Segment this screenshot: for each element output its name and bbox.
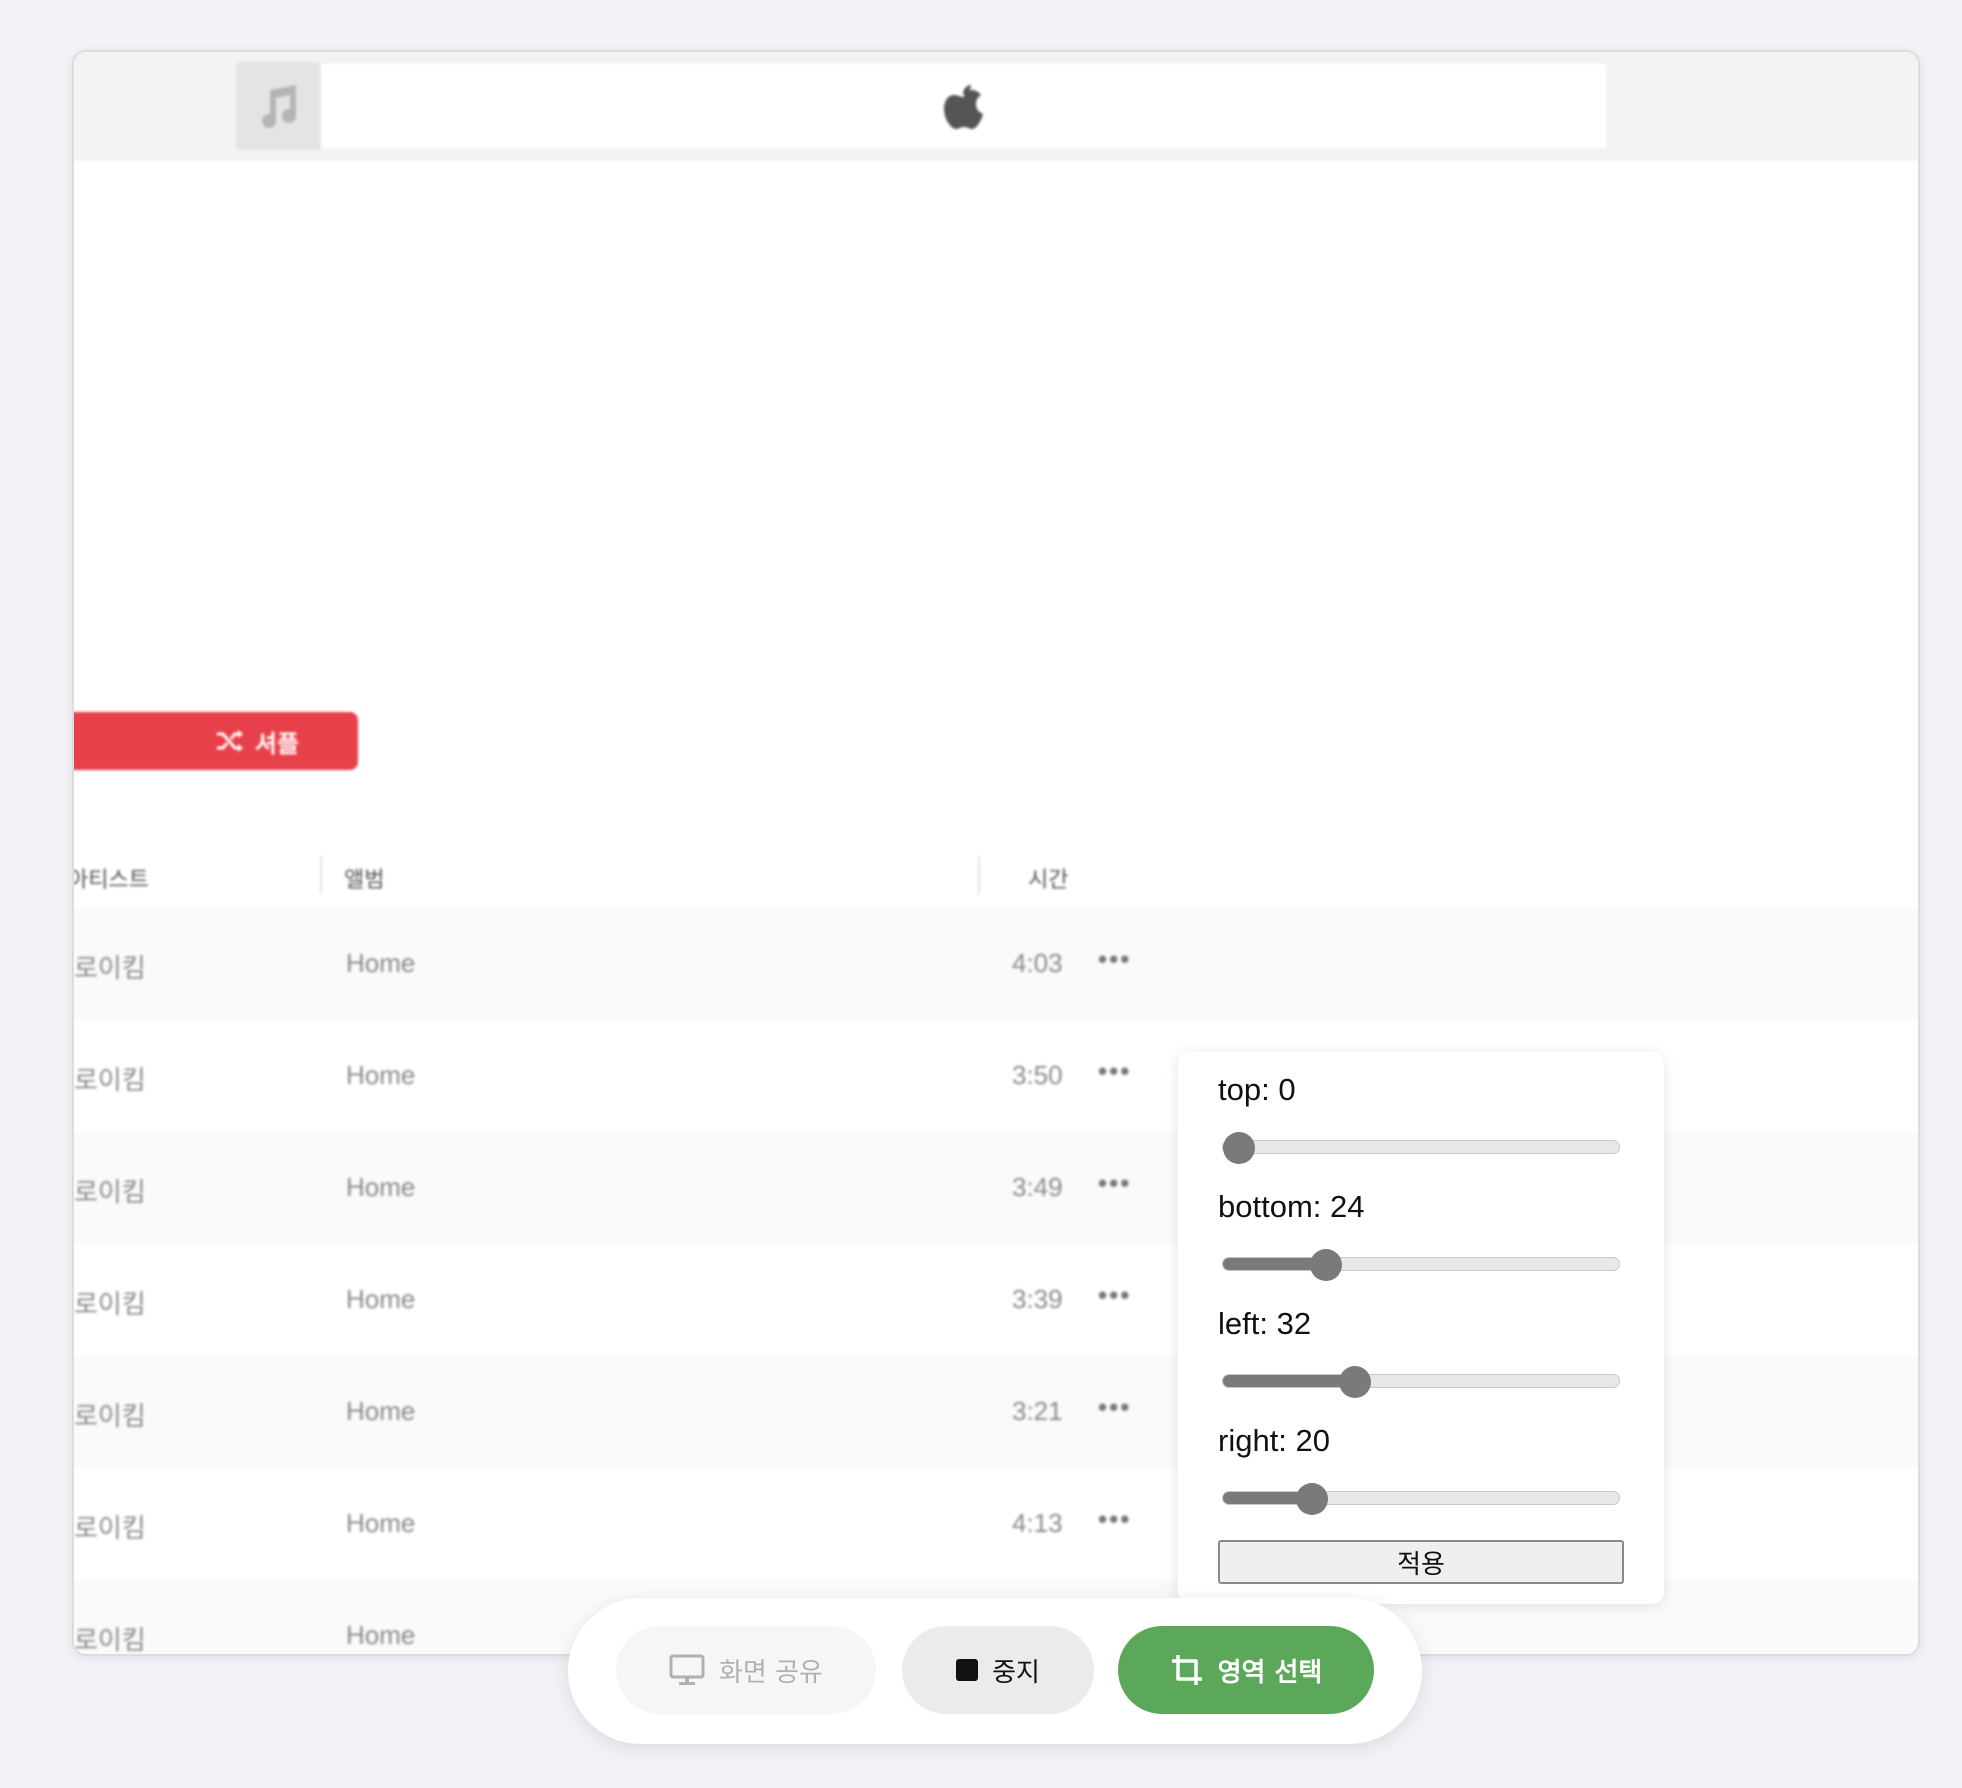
column-divider[interactable] — [320, 856, 322, 894]
apply-button[interactable]: 적용 — [1218, 1540, 1624, 1584]
row-artist: 로이킴 — [74, 953, 146, 983]
more-options-icon[interactable]: ••• — [1098, 1168, 1131, 1199]
row-album: Home — [346, 1284, 416, 1314]
column-header-time[interactable]: 시간 — [1028, 862, 1068, 894]
select-area-label: 영역 선택 — [1217, 1657, 1323, 1688]
row-album: Home — [346, 1396, 416, 1426]
more-options-icon[interactable]: ••• — [1098, 1280, 1131, 1311]
row-artist: 로이킴 — [74, 1065, 146, 1095]
screen-share-button[interactable]: 화면 공유 — [616, 1626, 876, 1714]
player-titlebar — [74, 52, 1918, 160]
apple-logo-icon — [944, 85, 983, 129]
crop-icon — [1171, 1655, 1202, 1685]
shuffle-button[interactable]: 셔플 — [156, 712, 358, 770]
row-artist: 로이킴 — [74, 1289, 146, 1319]
right-slider-label: right: 20 — [1218, 1423, 1331, 1458]
row-album: Home — [346, 1620, 416, 1650]
bottom-slider-label: bottom: 24 — [1218, 1189, 1365, 1224]
monitor-icon — [669, 1654, 705, 1685]
top-slider[interactable] — [1222, 1132, 1620, 1164]
screen-share-label: 화면 공유 — [719, 1657, 823, 1688]
select-area-button[interactable]: 영역 선택 — [1118, 1626, 1374, 1714]
left-slider-label: left: 32 — [1218, 1306, 1312, 1341]
row-artist: 로이킴 — [74, 1401, 146, 1431]
slider-thumb[interactable] — [1339, 1366, 1372, 1398]
slider-thumb[interactable] — [1295, 1483, 1328, 1515]
now-playing-display — [320, 62, 1608, 150]
table-row[interactable]: 로이킴 Home 4:03 ••• — [74, 908, 1918, 1020]
row-time: 3:50 — [1012, 1060, 1063, 1090]
column-header-artist[interactable]: 아티스트 — [74, 862, 149, 894]
right-slider[interactable] — [1222, 1483, 1620, 1515]
music-note-icon — [236, 62, 320, 150]
slider-thumb[interactable] — [1310, 1249, 1343, 1281]
bottom-slider[interactable] — [1222, 1249, 1620, 1281]
row-time: 4:03 — [1012, 948, 1063, 978]
row-album: Home — [346, 1172, 416, 1202]
slider-fill — [1223, 1375, 1356, 1387]
track-table-header: 아티스트 앨범 시간 — [74, 852, 1918, 902]
row-time: 3:49 — [1012, 1172, 1063, 1202]
row-album: Home — [346, 948, 416, 978]
left-slider[interactable] — [1222, 1366, 1620, 1398]
row-artist: 로이킴 — [74, 1177, 146, 1207]
stop-icon — [956, 1659, 979, 1681]
row-time: 3:39 — [1012, 1284, 1063, 1314]
row-time: 4:13 — [1012, 1508, 1063, 1538]
screen-share-toolbar: 화면 공유 중지 영역 선택 — [568, 1598, 1422, 1744]
stop-label: 중지 — [992, 1657, 1040, 1688]
more-options-icon[interactable]: ••• — [1098, 1056, 1131, 1087]
more-options-icon[interactable]: ••• — [1098, 1392, 1131, 1423]
stop-button[interactable]: 중지 — [902, 1626, 1094, 1714]
row-time: 3:21 — [1012, 1396, 1063, 1426]
shuffle-icon — [216, 730, 243, 752]
row-artist: 로이킴 — [74, 1513, 146, 1543]
top-slider-label: top: 0 — [1218, 1072, 1296, 1107]
more-options-icon[interactable]: ••• — [1098, 1504, 1131, 1535]
more-options-icon[interactable]: ••• — [1098, 944, 1131, 975]
slider-thumb[interactable] — [1222, 1132, 1255, 1164]
crop-settings-panel: top: 0 bottom: 24 left: 32 right: 20 적용 — [1178, 1052, 1664, 1604]
column-divider[interactable] — [978, 856, 980, 894]
row-album: Home — [346, 1508, 416, 1538]
column-header-album[interactable]: 앨범 — [344, 862, 384, 894]
shuffle-button-label: 셔플 — [254, 730, 300, 758]
row-artist: 로이킴 — [74, 1625, 146, 1655]
row-album: Home — [346, 1060, 416, 1090]
